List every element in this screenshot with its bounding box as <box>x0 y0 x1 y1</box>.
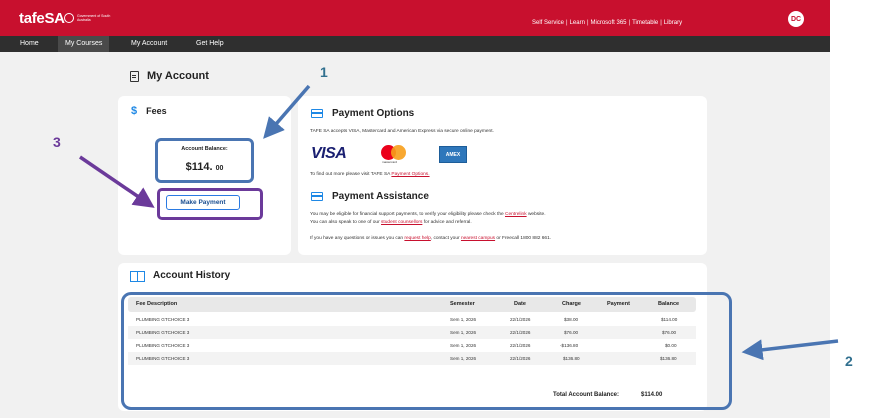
assistance-line-3-mid: , contact your <box>430 236 461 241</box>
fees-heading: $ Fees <box>131 105 167 117</box>
assistance-line-1: You may be eligible for financial suppor… <box>310 212 546 217</box>
callout-1: 1 <box>320 64 328 80</box>
assistance-line-3-text: If you have any questions or issues you … <box>310 236 405 241</box>
payment-options-link[interactable]: Payment Options. <box>391 172 429 177</box>
fees-title-text: Fees <box>146 106 167 116</box>
callout-3: 3 <box>53 134 61 150</box>
assistance-line-2-suffix: for advice and referral. <box>422 220 472 225</box>
book-icon <box>130 270 145 282</box>
nearest-campus-link[interactable]: nearest campus <box>461 236 495 241</box>
balance-cents: 00 <box>215 165 224 172</box>
government-sa-logo: Government of South Australia <box>64 12 112 24</box>
assistance-line-1-text: You may be eligible for financial suppor… <box>310 212 505 217</box>
link-library[interactable]: Library <box>664 20 682 26</box>
payment-options-heading: Payment Options <box>311 108 414 119</box>
account-balance-box: Account Balance: $114. 00 <box>155 138 254 183</box>
balance-dollars: $114. <box>185 161 213 173</box>
main-nav: Home My Courses My Account Get Help <box>0 36 830 52</box>
visa-logo: VISA <box>311 145 347 162</box>
account-balance-amount: $114. 00 <box>158 161 251 173</box>
nav-my-account[interactable]: My Account <box>124 36 174 52</box>
make-payment-button[interactable]: Make Payment <box>166 195 240 210</box>
link-learn[interactable]: Learn <box>570 20 585 26</box>
account-history-highlight <box>121 292 732 410</box>
credit-card-icon <box>311 192 323 201</box>
document-icon <box>130 70 139 82</box>
assistance-line-2: You can also speak to one of our student… <box>310 220 472 225</box>
credit-card-icon <box>311 109 323 118</box>
assistance-line-1-suffix: website. <box>526 212 546 217</box>
payment-assistance-heading: Payment Assistance <box>311 191 429 202</box>
top-header-bar: tafeSA Government of South Australia Sel… <box>0 0 830 36</box>
page-title-text: My Account <box>147 70 209 82</box>
request-help-link[interactable]: request help <box>404 236 430 241</box>
account-balance-label: Account Balance: <box>181 146 228 152</box>
amex-logo: AMEX <box>439 146 467 163</box>
mastercard-logo: mastercard <box>381 145 407 164</box>
centrelink-link[interactable]: Centrelink <box>505 212 527 217</box>
payment-options-text: TAFE SA accepts VISA, Mastercard and Ame… <box>310 129 494 134</box>
user-avatar[interactable]: DC <box>788 11 804 27</box>
payment-assistance-title: Payment Assistance <box>332 191 429 202</box>
top-links: Self Service | Learn | Microsoft 365 | Timetab… <box>532 20 683 26</box>
mastercard-text: mastercard <box>382 160 398 164</box>
payment-options-link-line: To find out more please visit TAFE SA Pa… <box>310 172 430 177</box>
account-history-heading: Account History <box>130 270 231 282</box>
link-self-service[interactable]: Self Service <box>532 20 564 26</box>
nav-get-help[interactable]: Get Help <box>189 36 231 52</box>
page-title: My Account <box>130 70 209 82</box>
nav-my-courses[interactable]: My Courses <box>58 36 110 52</box>
nav-home[interactable]: Home <box>13 36 46 52</box>
government-logo-text: Government of South Australia <box>77 14 111 22</box>
link-microsoft-365[interactable]: Microsoft 365 <box>591 20 627 26</box>
tafe-sa-logo[interactable]: tafeSA <box>19 10 65 27</box>
payment-options-title: Payment Options <box>332 108 415 119</box>
student-counsellors-link[interactable]: student counsellors <box>381 220 422 225</box>
assistance-line-2-text: You can also speak to one of our <box>310 220 382 225</box>
assistance-line-3: If you have any questions or issues you … <box>310 236 551 241</box>
link-timetable[interactable]: Timetable <box>632 20 658 26</box>
find-out-text: To find out more please visit TAFE SA <box>310 172 392 177</box>
callout-2: 2 <box>845 353 853 369</box>
government-seal-icon <box>64 13 74 23</box>
account-history-title: Account History <box>153 270 231 281</box>
dollar-icon: $ <box>131 105 138 117</box>
assistance-line-3-suffix: or Freecall 1800 882 661. <box>495 236 552 241</box>
